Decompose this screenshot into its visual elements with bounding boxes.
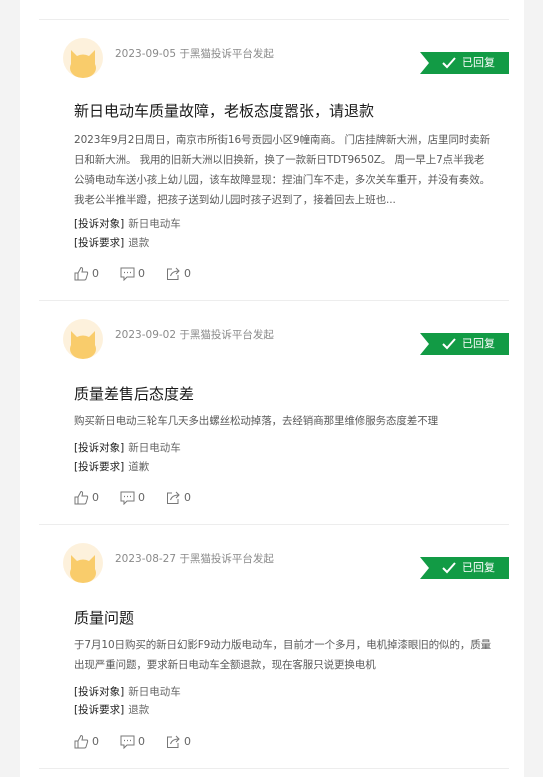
cat-avatar-icon bbox=[63, 38, 103, 78]
like-count: 0 bbox=[92, 267, 99, 280]
demand-label: [投诉要求] bbox=[74, 237, 125, 249]
content-line: 购买新日电动三轮车几天多出螺丝松动掉落，去经销商那里维修服务态度差不理 bbox=[74, 415, 438, 427]
like-count: 0 bbox=[92, 735, 99, 748]
complaint-content[interactable]: 2023年9月2日周日，南京市所街16号贡园小区9幢南商。 门店挂牌新大洲，店里… bbox=[74, 130, 498, 210]
complaint-meta: 2023-09-05 于黑猫投诉平台发起 bbox=[115, 48, 274, 60]
status-badge: 已回复 bbox=[420, 52, 509, 74]
check-icon bbox=[442, 562, 456, 574]
share-count: 0 bbox=[184, 735, 191, 748]
target-value: 新日电动车 bbox=[128, 686, 181, 698]
complaint-card[interactable]: 2023-08-27 于黑猫投诉平台发起 已回复 质量问题 于7月10日购买的新… bbox=[39, 525, 509, 769]
complaint-content[interactable]: 购买新日电动三轮车几天多出螺丝松动掉落，去经销商那里维修服务态度差不理 bbox=[74, 411, 498, 431]
divider bbox=[39, 768, 509, 769]
cat-avatar-icon bbox=[63, 543, 103, 583]
thumbs-up-icon bbox=[74, 266, 89, 281]
share-icon bbox=[167, 735, 180, 748]
complaint-target: [投诉对象] 新日电动车 bbox=[74, 216, 181, 231]
complaint-target: [投诉对象] 新日电动车 bbox=[74, 440, 181, 455]
complaint-title[interactable]: 质量问题 bbox=[74, 607, 134, 628]
thumbs-up-icon bbox=[74, 490, 89, 505]
target-value: 新日电动车 bbox=[128, 442, 181, 454]
target-value: 新日电动车 bbox=[128, 218, 181, 230]
share-count: 0 bbox=[184, 267, 191, 280]
comment-icon bbox=[120, 267, 135, 281]
complaint-meta: 2023-08-27 于黑猫投诉平台发起 bbox=[115, 553, 274, 565]
complaint-demand: [投诉要求] 道歉 bbox=[74, 459, 149, 474]
target-label: [投诉对象] bbox=[74, 686, 125, 698]
status-badge: 已回复 bbox=[420, 333, 509, 355]
complaint-meta: 2023-09-02 于黑猫投诉平台发起 bbox=[115, 329, 274, 341]
demand-value: 道歉 bbox=[128, 461, 150, 473]
complaint-content[interactable]: 于7月10日购买的新日幻影F9动力版电动车，目前才一个多月，电机掉漆眼旧的似的，… bbox=[74, 635, 498, 675]
demand-label: [投诉要求] bbox=[74, 704, 125, 716]
comment-count: 0 bbox=[138, 735, 145, 748]
content-line: 出现严重问题，要求新日电动车全额退款，现在客服只说更换电机 bbox=[74, 659, 376, 671]
status-text: 已回复 bbox=[462, 561, 495, 574]
complaint-card[interactable]: 2023-09-05 于黑猫投诉平台发起 已回复 新日电动车质量故障，老板态度嚣… bbox=[39, 20, 509, 301]
comment-count: 0 bbox=[138, 491, 145, 504]
comment-count: 0 bbox=[138, 267, 145, 280]
content-line: 2023年9月2日周日，南京市所街16号贡园小区9幢南商。 门店挂牌新大洲，店里… bbox=[74, 134, 491, 146]
complaint-card[interactable]: 2023-09-02 于黑猫投诉平台发起 已回复 质量差售后态度差 购买新日电动… bbox=[39, 301, 509, 525]
content-line: 公骑电动车送小孩上幼儿园，该车故障显现：捏油门车不走，多次关车重开，并没有奏效。 bbox=[74, 174, 490, 186]
target-label: [投诉对象] bbox=[74, 442, 125, 454]
complaint-demand: [投诉要求] 退款 bbox=[74, 702, 149, 717]
like-count: 0 bbox=[92, 491, 99, 504]
comment-icon bbox=[120, 735, 135, 749]
share-icon bbox=[167, 491, 180, 504]
share-count: 0 bbox=[184, 491, 191, 504]
content-line: 于7月10日购买的新日幻影F9动力版电动车，目前才一个多月，电机掉漆眼旧的似的，… bbox=[74, 639, 492, 651]
status-badge: 已回复 bbox=[420, 557, 509, 579]
complaint-demand: [投诉要求] 退款 bbox=[74, 235, 149, 250]
target-label: [投诉对象] bbox=[74, 218, 125, 230]
complaint-title[interactable]: 新日电动车质量故障，老板态度嚣张，请退款 bbox=[74, 100, 374, 121]
share-icon bbox=[167, 267, 180, 280]
comment-icon bbox=[120, 491, 135, 505]
check-icon bbox=[442, 338, 456, 350]
demand-label: [投诉要求] bbox=[74, 461, 125, 473]
status-text: 已回复 bbox=[462, 337, 495, 350]
thumbs-up-icon bbox=[74, 734, 89, 749]
content-line: 我老公半推半蹬，把孩子送到幼儿园时孩子迟到了，接着回去上班也... bbox=[74, 194, 396, 206]
content-line: 日和新大洲。 我用的旧新大洲以旧换新，换了一款新日TDT9650Z。 周一早上7… bbox=[74, 154, 485, 166]
status-text: 已回复 bbox=[462, 56, 495, 69]
demand-value: 退款 bbox=[128, 704, 150, 716]
complaint-title[interactable]: 质量差售后态度差 bbox=[74, 383, 194, 404]
cat-avatar-icon bbox=[63, 319, 103, 359]
complaint-target: [投诉对象] 新日电动车 bbox=[74, 684, 181, 699]
check-icon bbox=[442, 57, 456, 69]
demand-value: 退款 bbox=[128, 237, 150, 249]
